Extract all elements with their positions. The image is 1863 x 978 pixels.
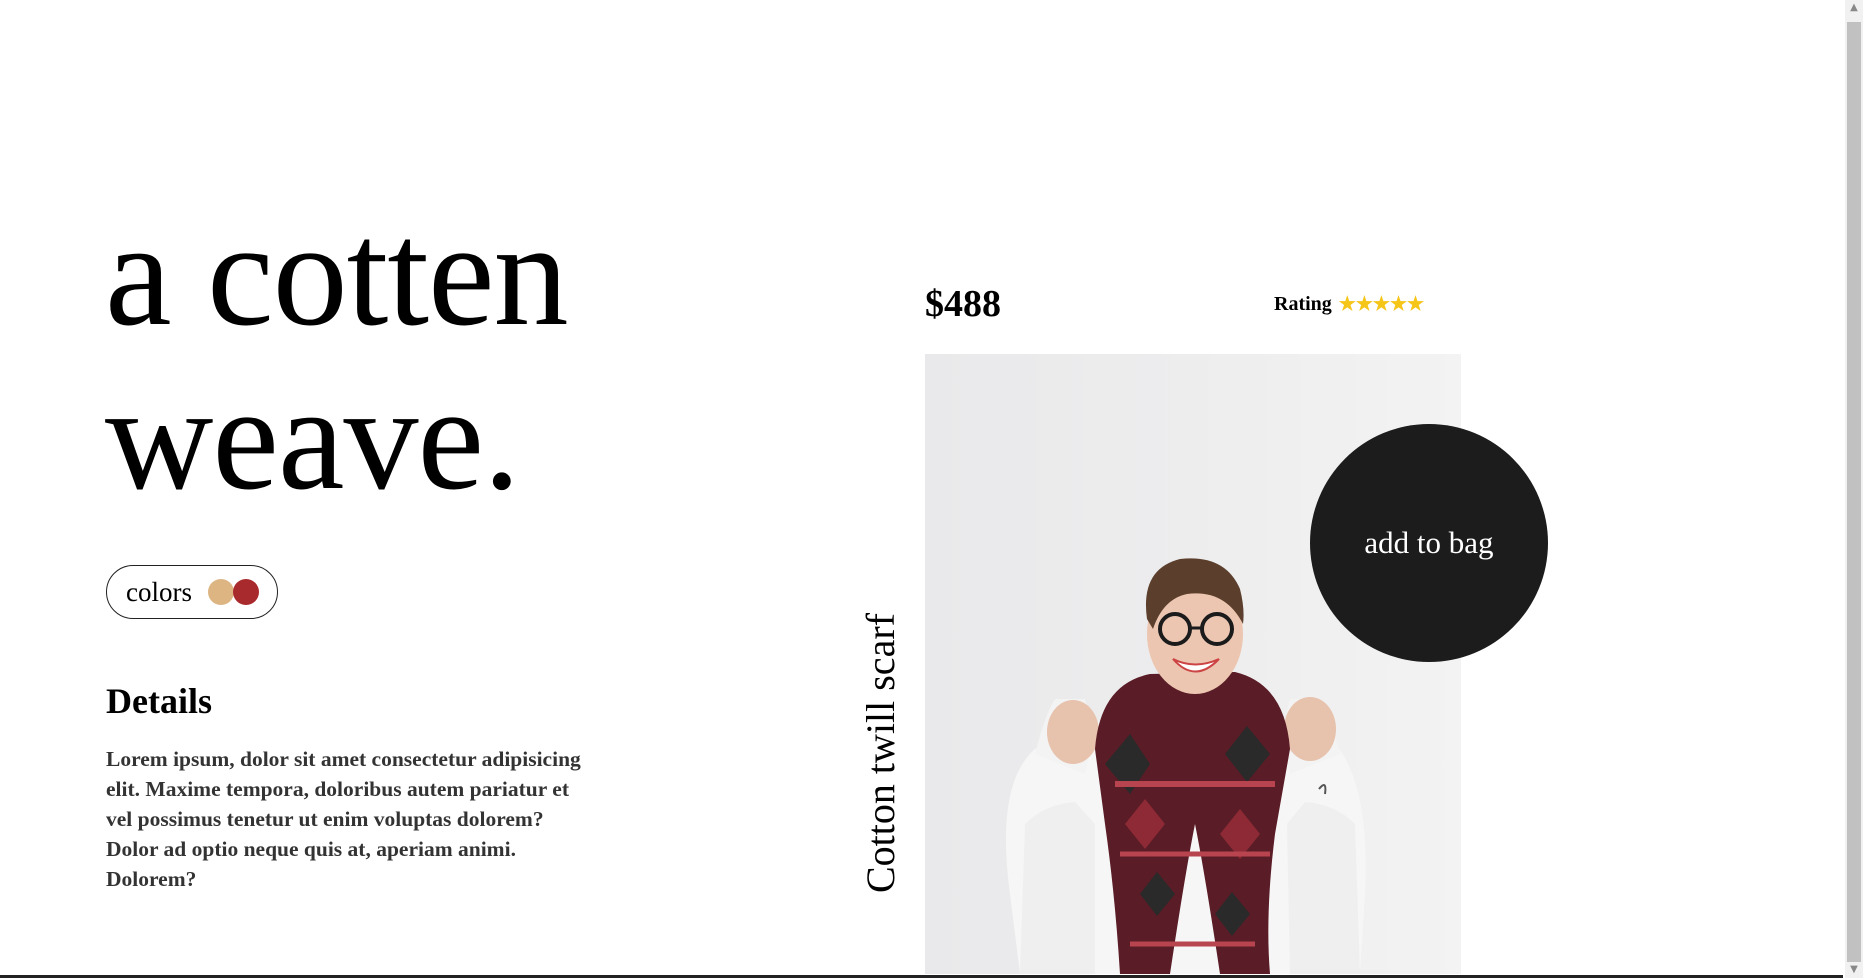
add-to-bag-button[interactable]: add to bag [1310, 424, 1548, 662]
star-icon: ★ [1406, 293, 1425, 315]
vertical-scrollbar[interactable]: ▲ ▼ [1845, 0, 1863, 978]
star-icon: ★ [1338, 293, 1356, 315]
color-swatch-red[interactable] [232, 579, 259, 605]
rating-label: Rating [1274, 293, 1332, 315]
headline-line-1: a cotten [105, 191, 569, 357]
product-price: $488 [925, 283, 1001, 325]
star-icon: ★ [1372, 293, 1390, 315]
product-name: Cotton twill scarf [858, 613, 903, 893]
scrollbar-thumb[interactable] [1847, 22, 1861, 962]
rating-stars: ★ ★ ★ ★ ★ [1338, 293, 1425, 315]
headline: a cotten weave. [105, 191, 569, 521]
colors-selector[interactable]: colors [106, 565, 278, 619]
scroll-down-arrow-icon[interactable]: ▼ [1845, 962, 1863, 978]
star-icon: ★ [1355, 293, 1373, 315]
scroll-up-arrow-icon[interactable]: ▲ [1845, 0, 1863, 16]
product-rating: Rating ★ ★ ★ ★ ★ [1274, 293, 1424, 316]
color-swatches [207, 579, 259, 605]
details-heading: Details [106, 681, 212, 721]
star-icon: ★ [1389, 293, 1407, 315]
details-description: Lorem ipsum, dolor sit amet consectetur … [106, 747, 581, 891]
colors-label: colors [126, 576, 192, 607]
headline-line-2: weave. [105, 355, 521, 521]
color-swatch-tan[interactable] [207, 579, 234, 605]
